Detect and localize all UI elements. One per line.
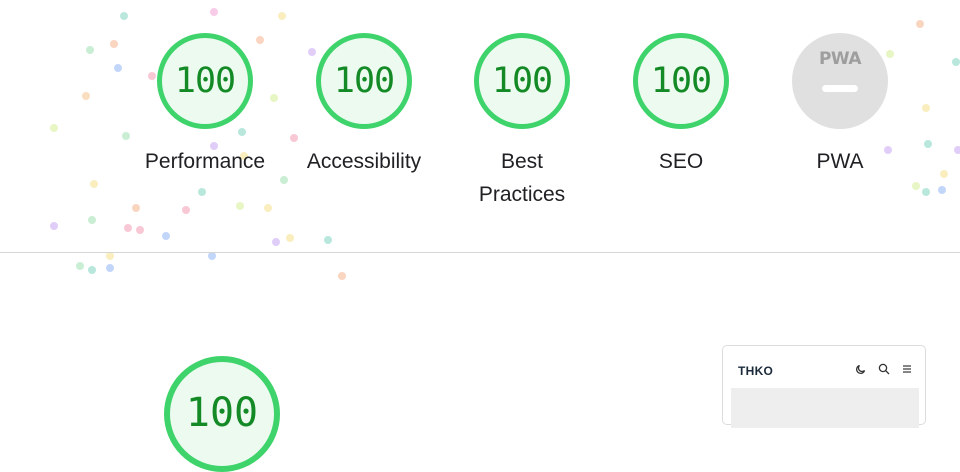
gauge-seo[interactable]: 100 SEO xyxy=(601,33,761,178)
section-divider xyxy=(0,252,960,253)
score-value: 100 xyxy=(333,61,395,101)
gauge-label: SEO xyxy=(658,150,704,173)
score-ring: 100 xyxy=(474,33,570,129)
category-gauges: 100 Performance 100 Accessibility 100 Be… xyxy=(0,33,960,233)
pwa-not-applicable-bar xyxy=(822,85,858,92)
gauge-accessibility[interactable]: 100 Accessibility xyxy=(284,33,444,178)
detail-score-value: 100 xyxy=(185,390,259,436)
detail-score-gauge: 100 xyxy=(164,356,280,472)
gauge-label: Performance xyxy=(144,150,266,173)
theme-toggle-icon xyxy=(855,363,867,378)
thumbnail-icons xyxy=(855,363,913,378)
pwa-badge: PWA xyxy=(792,33,888,129)
score-ring: 100 xyxy=(633,33,729,129)
gauge-label: Accessibility xyxy=(306,150,422,173)
score-value: 100 xyxy=(650,61,712,101)
score-value: 100 xyxy=(491,61,553,101)
pwa-logo: PWA xyxy=(818,49,862,69)
search-icon xyxy=(878,363,890,378)
score-value: 100 xyxy=(174,61,236,101)
thumbnail-brand: THKO xyxy=(738,364,774,378)
gauge-label: PWA xyxy=(816,150,864,173)
gauge-best-practices[interactable]: 100 Best Practices xyxy=(442,33,602,211)
score-ring: 100 xyxy=(157,33,253,129)
score-ring: 100 xyxy=(316,33,412,129)
gauge-performance[interactable]: 100 Performance xyxy=(125,33,285,178)
page-screenshot-thumbnail[interactable]: THKO xyxy=(722,345,926,428)
menu-icon xyxy=(901,363,913,378)
gauge-pwa[interactable]: PWA PWA xyxy=(760,33,920,178)
thumbnail-content xyxy=(731,388,919,428)
gauge-label: Best Practices xyxy=(478,150,566,206)
